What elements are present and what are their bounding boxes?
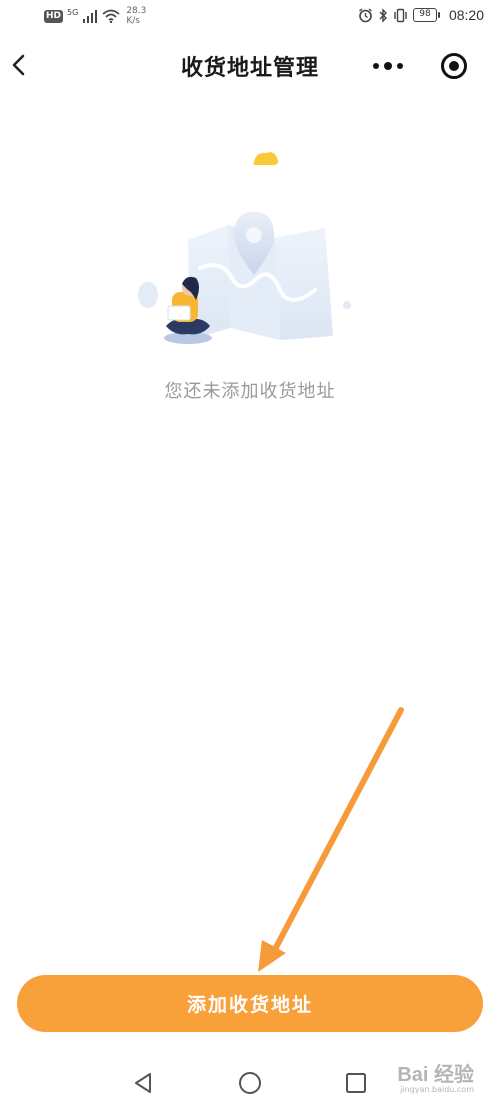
battery-cap	[437, 12, 440, 18]
empty-state-message: 您还未添加收货地址	[164, 381, 336, 402]
vibrate-icon	[394, 8, 407, 22]
circle-home-icon	[239, 1072, 261, 1094]
bluetooth-icon	[379, 7, 387, 23]
more-dots-icon	[373, 63, 379, 69]
close-miniprogram-button[interactable]	[441, 53, 467, 79]
page-title: 收货地址管理	[180, 56, 319, 81]
target-circle-icon	[449, 61, 459, 71]
net-speed-unit: K/s	[126, 16, 140, 26]
more-dots-icon-center	[384, 62, 392, 70]
baidu-watermark: Bai 经验 jingyan.baidu.com	[397, 1058, 474, 1094]
status-left: HD 5G 28.3 K/s	[44, 6, 146, 26]
hd-badge: HD	[44, 9, 64, 23]
nav-home-button[interactable]	[237, 1070, 263, 1096]
wifi-icon	[102, 9, 120, 23]
watermark-sub: jingyan.baidu.com	[400, 1085, 474, 1094]
add-address-button[interactable]: 添加收货地址	[17, 975, 483, 1032]
nav-back-button[interactable]	[130, 1070, 156, 1096]
triangle-back-icon	[135, 1073, 151, 1093]
battery-indicator: 98	[412, 8, 440, 22]
nav-recent-button[interactable]	[343, 1070, 369, 1096]
clock: 08:20	[448, 7, 484, 23]
empty-address-illustration	[138, 152, 351, 344]
network-type: 5G	[67, 7, 79, 17]
alarm-icon	[359, 7, 372, 22]
battery-level: 98	[412, 8, 437, 22]
status-right: 98 08:20	[358, 7, 484, 23]
more-button[interactable]	[368, 56, 408, 76]
watermark-main: Bai 经验	[397, 1064, 474, 1086]
nav-header: 收货地址管理	[0, 40, 500, 90]
status-bar: HD 5G 28.3 K/s 98 08:20	[0, 0, 500, 34]
square-recent-icon	[346, 1073, 366, 1093]
more-dots-icon-right	[397, 63, 403, 69]
net-speed-value: 28.3	[126, 6, 147, 16]
net-speed: 28.3 K/s	[126, 6, 146, 26]
signal-icon	[83, 10, 98, 23]
